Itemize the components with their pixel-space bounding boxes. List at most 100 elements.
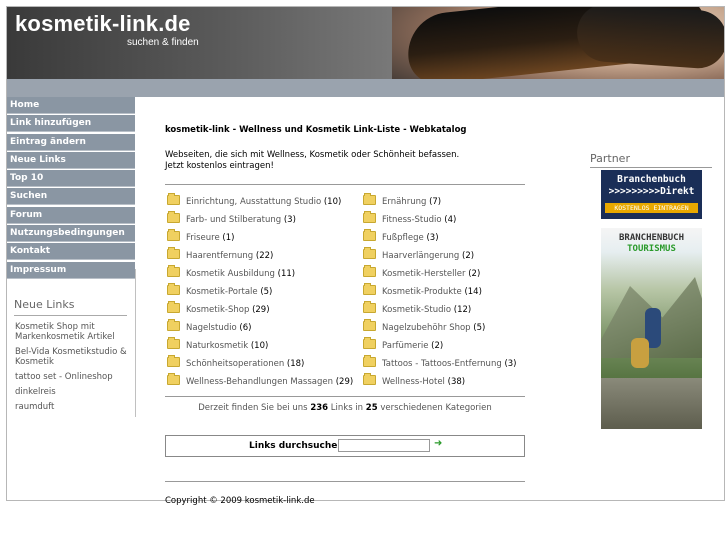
category-link[interactable]: Einrichtung, Ausstattung Studio (10) — [167, 193, 341, 207]
folder-icon — [363, 319, 376, 331]
category-link[interactable]: Kosmetik-Portale (5) — [167, 283, 273, 297]
category-name: Farb- und Stilberatung — [186, 215, 282, 225]
category-link[interactable]: Kosmetik-Produkte (14) — [363, 283, 482, 297]
category-link[interactable]: Fußpflege (3) — [363, 229, 439, 243]
category-name: Haarentfernung — [186, 251, 254, 261]
site-logo[interactable]: kosmetik-link.de — [15, 11, 191, 37]
category-link[interactable]: Nagelzubehöhr Shop (5) — [363, 319, 485, 333]
new-links-divider — [14, 315, 127, 316]
nav-item[interactable]: Top 10 — [7, 170, 135, 188]
nav-item[interactable]: Eintrag ändern — [7, 133, 135, 151]
folder-icon — [167, 247, 180, 259]
category-link[interactable]: Haarverlängerung (2) — [363, 247, 475, 261]
category-name: Friseure — [186, 233, 220, 243]
sunglasses-lens-image — [575, 7, 724, 71]
category-link[interactable]: Naturkosmetik (10) — [167, 337, 269, 351]
new-link-item[interactable]: Bel-Vida Kosmetikstudio & Kosmetik — [15, 347, 130, 367]
category-link[interactable]: Kosmetik Ausbildung (11) — [167, 265, 296, 279]
ad2-line1: BRANCHENBUCH — [618, 233, 685, 243]
summary-suffix: verschiedenen Kategorien — [380, 403, 492, 413]
folder-icon — [363, 211, 376, 223]
category-count: (12) — [453, 305, 472, 315]
rock-image — [601, 378, 702, 429]
folder-icon — [363, 301, 376, 313]
category-link[interactable]: Ernährung (7) — [363, 193, 442, 207]
category-count: (29) — [335, 377, 354, 387]
nav-item[interactable]: Forum — [7, 206, 135, 224]
divider — [165, 184, 525, 185]
category-count: (2) — [462, 251, 475, 261]
category-link[interactable]: Parfümerie (2) — [363, 337, 444, 351]
search-box: Links durchsuchen ➜ — [165, 435, 525, 457]
site-slogan: suchen & finden — [127, 37, 199, 48]
folder-icon — [363, 193, 376, 205]
branchenbuch-tourismus-ad[interactable]: BRANCHENBUCH TOURISMUS — [601, 228, 702, 429]
category-link[interactable]: Schönheitsoperationen (18) — [167, 355, 304, 369]
new-link-item[interactable]: Kosmetik Shop mit Markenkosmetik Artikel — [15, 322, 130, 342]
copyright: Copyright © 2009 kosmetik-link.de — [165, 496, 315, 506]
category-link[interactable]: Friseure (1) — [167, 229, 235, 243]
category-name: Naturkosmetik — [186, 341, 249, 351]
category-link[interactable]: Kosmetik-Shop (29) — [167, 301, 270, 315]
link-summary: Derzeit finden Sie bei uns 236 Links in … — [165, 403, 525, 413]
main-content: kosmetik-link - Wellness und Kosmetik Li… — [165, 125, 525, 506]
category-name: Kosmetik-Hersteller — [382, 269, 466, 279]
intro-line-2: Jetzt kostenlos eintragen! — [165, 161, 274, 171]
category-count: (5) — [260, 287, 273, 297]
folder-icon — [167, 355, 180, 367]
category-count: (11) — [277, 269, 296, 279]
category-link[interactable]: Kosmetik-Hersteller (2) — [363, 265, 481, 279]
nav-item[interactable]: Link hinzufügen — [7, 115, 135, 133]
category-count: (2) — [468, 269, 481, 279]
category-link[interactable]: Kosmetik-Studio (12) — [363, 301, 472, 315]
category-name: Tattoos - Tattoos-Entfernung — [382, 359, 502, 369]
category-name: Nagelstudio — [186, 323, 237, 333]
nav-item[interactable]: Suchen — [7, 188, 135, 206]
category-name: Nagelzubehöhr Shop — [382, 323, 471, 333]
folder-icon — [363, 265, 376, 277]
divider — [165, 481, 525, 482]
folder-icon — [167, 319, 180, 331]
category-link[interactable]: Wellness-Hotel (38) — [363, 373, 465, 387]
nav-item[interactable]: Nutzungsbedingungen — [7, 225, 135, 243]
category-name: Kosmetik-Produkte — [382, 287, 462, 297]
folder-icon — [167, 283, 180, 295]
category-count: (3) — [426, 233, 439, 243]
search-go-icon[interactable]: ➜ — [434, 438, 442, 449]
search-input[interactable] — [338, 439, 430, 452]
category-count: (3) — [504, 359, 517, 369]
top-divider-bar — [7, 79, 724, 97]
folder-icon — [363, 337, 376, 349]
category-count: (10) — [250, 341, 269, 351]
summary-prefix: Derzeit finden Sie bei uns — [198, 403, 308, 413]
folder-icon — [167, 301, 180, 313]
category-name: Einrichtung, Ausstattung Studio — [186, 197, 322, 207]
category-name: Ernährung — [382, 197, 427, 207]
new-link-item[interactable]: tattoo set - Onlineshop — [15, 372, 130, 382]
category-link[interactable]: Haarentfernung (22) — [167, 247, 273, 261]
category-name: Kosmetik Ausbildung — [186, 269, 275, 279]
category-count: (29) — [252, 305, 270, 315]
category-link[interactable]: Tattoos - Tattoos-Entfernung (3) — [363, 355, 517, 369]
new-link-item[interactable]: dinkelreis — [15, 387, 130, 397]
nav-item[interactable]: Neue Links — [7, 151, 135, 169]
category-link[interactable]: Nagelstudio (6) — [167, 319, 251, 333]
folder-icon — [167, 373, 180, 385]
category-link[interactable]: Wellness-Behandlungen Massagen (29) — [167, 373, 354, 387]
category-count: (2) — [431, 341, 444, 351]
category-link[interactable]: Farb- und Stilberatung (3) — [167, 211, 296, 225]
folder-icon — [363, 355, 376, 367]
intro-line-1: Webseiten, die sich mit Wellness, Kosmet… — [165, 150, 460, 160]
ad1-line2: >>>>>>>>>Direkt — [608, 186, 695, 197]
new-link-item[interactable]: raumduft — [15, 402, 130, 412]
category-name: Haarverlängerung — [382, 251, 460, 261]
category-count: (4) — [444, 215, 457, 225]
branchenbuch-direkt-ad[interactable]: Branchenbuch >>>>>>>>>Direkt KOSTENLOS E… — [601, 170, 702, 219]
category-count: (14) — [464, 287, 482, 297]
category-count: (7) — [429, 197, 442, 207]
category-count: (1) — [222, 233, 235, 243]
category-link[interactable]: Fitness-Studio (4) — [363, 211, 457, 225]
category-name: Fußpflege — [382, 233, 424, 243]
nav-item[interactable]: Home — [7, 97, 135, 114]
nav-item[interactable]: Kontakt — [7, 243, 135, 261]
